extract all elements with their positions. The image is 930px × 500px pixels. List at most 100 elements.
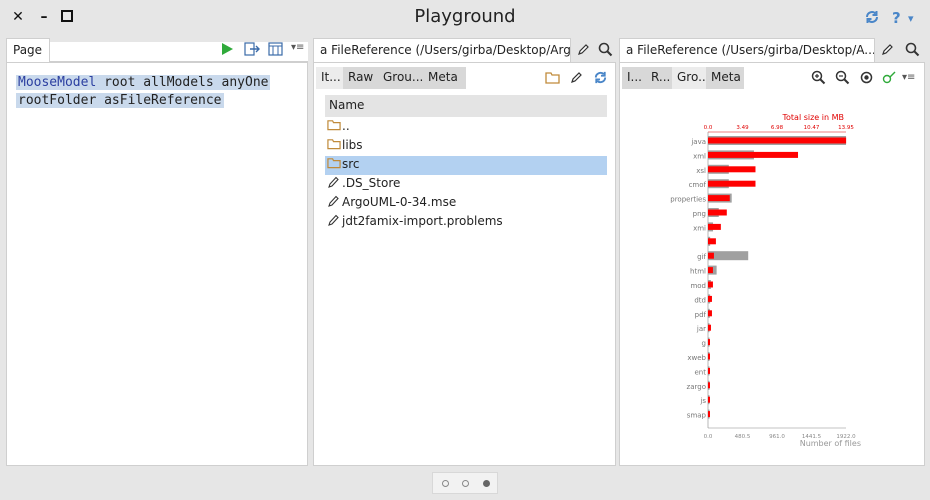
file-row[interactable]: libs [325, 137, 607, 156]
subtab-items-right[interactable]: I... [622, 67, 646, 89]
file-row[interactable]: ArgoUML-0-34.mse [325, 194, 607, 213]
category-label: html [690, 268, 706, 276]
view-settings-icon[interactable] [882, 71, 898, 84]
file-row[interactable]: .DS_Store [325, 175, 607, 194]
bar-size [708, 339, 710, 346]
bindings-icon[interactable] [268, 42, 284, 56]
top-tick-label: 6.98 [771, 125, 784, 131]
right-subtabs: I... R... Gro... Meta [622, 67, 744, 89]
edit-file-icon[interactable] [570, 71, 583, 84]
subtab-raw[interactable]: Raw [343, 67, 378, 89]
category-label: xsl [696, 167, 706, 175]
file-row-name: .. [342, 119, 350, 133]
refresh-window-button[interactable] [864, 9, 880, 29]
help-button[interactable]: ? [892, 9, 901, 27]
code-line-1-keyword: MooseModel [18, 75, 97, 90]
folder-icon [327, 158, 341, 169]
file-row[interactable]: jdt2famix-import.problems [325, 213, 607, 232]
bottom-tick-label: 961.0 [769, 434, 785, 440]
refresh-list-icon[interactable] [593, 70, 608, 85]
zoom-reset-icon[interactable] [860, 71, 873, 84]
category-label: zargo [687, 383, 706, 391]
folder-icon [327, 120, 341, 131]
middle-subtabs: It... Raw Grou... Meta [316, 67, 466, 89]
left-pane-menu-button[interactable]: ▾≡ [291, 42, 304, 53]
bar-size [708, 166, 756, 173]
file-icon [328, 176, 339, 188]
bottom-tick-label: 0.0 [704, 434, 713, 440]
inspect-icon-right[interactable] [905, 42, 920, 57]
category-label: cmof [689, 181, 707, 189]
window-menu-button[interactable]: ▾ [908, 12, 914, 25]
code-line-2-text: rootFolder asFileReference [18, 93, 222, 108]
bar-files [708, 251, 749, 261]
file-row-name: ArgoUML-0-34.mse [342, 195, 457, 209]
bar-size [708, 209, 727, 216]
pager-dot-3[interactable] [483, 480, 490, 487]
edit-icon[interactable] [577, 43, 590, 56]
bar-size [708, 267, 713, 274]
bar-size [708, 411, 710, 418]
size-by-extension-chart: Total size in MB 0.0 3.49 6.98 10.47 13.95 jav… [670, 113, 861, 448]
pager-dot-1[interactable] [442, 480, 449, 487]
code-line-1-text: root allModels anyOne [96, 75, 269, 90]
bar-size [708, 252, 714, 259]
subtab-group[interactable]: Grou... [378, 67, 423, 89]
bar-size [708, 310, 712, 317]
bar-size [708, 195, 730, 202]
bar-size [708, 396, 710, 403]
category-label: properties [670, 196, 706, 204]
bar-size [708, 281, 713, 288]
inspect-icon[interactable] [598, 42, 613, 57]
code-text[interactable]: MooseModel root allModels anyOne rootFol… [16, 74, 271, 110]
bar-size [708, 180, 756, 187]
tab-file-reference-right[interactable]: a FileReference (/Users/girba/Desktop/A.… [619, 38, 875, 62]
title-bar: ✕ – Playground ? ▾ [0, 0, 930, 36]
category-label: pdf [695, 311, 707, 319]
category-label: g [702, 340, 706, 348]
category-label: gif [697, 253, 706, 261]
file-row-name: src [342, 157, 360, 171]
export-icon[interactable] [244, 42, 260, 56]
bar-size [708, 324, 711, 331]
bar-size [708, 151, 799, 158]
bar-size [708, 223, 721, 230]
right-pane-menu-button[interactable]: ▾≡ [902, 72, 915, 83]
file-row[interactable]: .. [325, 118, 607, 137]
subtab-raw-right[interactable]: R... [646, 67, 672, 89]
tab-file-reference[interactable]: a FileReference (/Users/girba/Desktop/Ar… [313, 38, 571, 62]
bottom-axis-label: Number of files [800, 439, 861, 448]
pager-dot-2[interactable] [462, 480, 469, 487]
category-label: xmi [693, 224, 706, 232]
zoom-out-icon[interactable] [835, 70, 850, 85]
category-label: java [690, 138, 706, 146]
code-editor[interactable] [6, 62, 308, 466]
subtab-meta[interactable]: Meta [423, 67, 466, 89]
bar-size [708, 137, 847, 144]
tab-page[interactable]: Page [6, 38, 50, 62]
file-row-name: jdt2famix-import.problems [342, 214, 503, 228]
bar-size [708, 367, 710, 374]
category-label: jar [696, 325, 706, 333]
top-tick-label: 10.47 [804, 125, 820, 131]
subtab-group-right[interactable]: Gro... [672, 67, 706, 89]
file-row[interactable]: src [325, 156, 607, 175]
folder-icon[interactable] [545, 71, 560, 84]
folder-icon [327, 139, 341, 150]
play-icon[interactable] [220, 42, 234, 56]
edit-icon-right[interactable] [881, 43, 894, 56]
top-axis-label: Total size in MB [781, 113, 844, 122]
subtab-meta-right[interactable]: Meta [706, 67, 744, 89]
top-tick-label: 13.95 [838, 125, 854, 131]
category-label: dtd [694, 296, 706, 304]
bar-size [708, 295, 712, 302]
subtab-items[interactable]: It... [316, 67, 343, 89]
file-row-name: libs [342, 138, 363, 152]
file-icon [328, 214, 339, 226]
zoom-in-icon[interactable] [811, 70, 826, 85]
file-icon [328, 195, 339, 207]
window-title: Playground [414, 6, 516, 27]
top-tick-label: 0.0 [704, 125, 713, 131]
bar-size [708, 353, 710, 360]
column-header-name[interactable]: Name [325, 95, 607, 117]
